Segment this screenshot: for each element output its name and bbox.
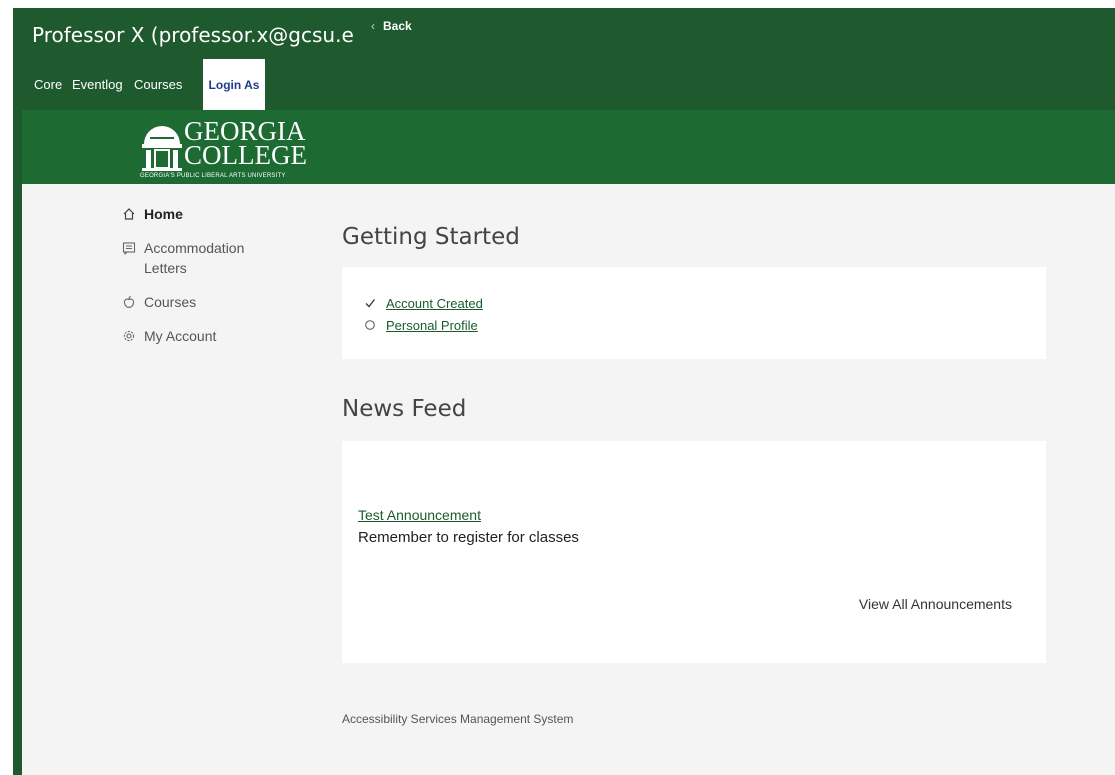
announcement-body: Remember to register for classes xyxy=(358,529,579,546)
back-button[interactable]: ‹ Back xyxy=(371,19,412,33)
sidebar-item-my-account[interactable]: My Account xyxy=(122,326,302,346)
sidebar-item-label: Accommodation Letters xyxy=(144,240,245,276)
view-all-announcements-button[interactable]: View All Announcements xyxy=(859,596,1012,612)
chevron-left-icon: ‹ xyxy=(371,19,375,33)
main-panel: Getting Started Account Created Personal… xyxy=(342,222,1046,663)
logo-tagline: GEORGIA'S PUBLIC LIBERAL ARTS UNIVERSITY xyxy=(140,173,286,179)
announcement-title-link[interactable]: Test Announcement xyxy=(358,507,481,523)
user-title: Professor X (professor.x@gcsu.edu xyxy=(32,23,354,47)
tab-eventlog[interactable]: Eventlog xyxy=(64,59,132,110)
footer-text: Accessibility Services Management System xyxy=(342,712,574,726)
sidebar-item-label: Courses xyxy=(144,294,197,310)
message-icon xyxy=(122,238,144,258)
sidebar-item-accommodation-letters[interactable]: Accommodation Letters xyxy=(122,238,302,278)
brand-bar: GEORGIA COLLEGE GEORGIA'S PUBLIC LIBERAL… xyxy=(22,110,1115,184)
sidebar: Home Accommodation Letters Courses My Ac… xyxy=(122,204,302,360)
tab-courses[interactable]: Courses xyxy=(132,59,198,110)
sidebar-item-courses[interactable]: Courses xyxy=(122,292,302,312)
georgia-college-logo[interactable]: GEORGIA COLLEGE GEORGIA'S PUBLIC LIBERAL… xyxy=(140,114,340,182)
check-icon xyxy=(364,297,386,309)
getting-started-card: Account Created Personal Profile xyxy=(342,267,1046,359)
account-created-link[interactable]: Account Created xyxy=(386,296,483,311)
left-accent-bar xyxy=(13,8,22,775)
getting-started-title: Getting Started xyxy=(342,224,520,250)
personal-profile-link[interactable]: Personal Profile xyxy=(386,318,478,333)
logo-building-icon xyxy=(142,126,182,171)
back-label: Back xyxy=(383,19,412,33)
tab-core[interactable]: Core xyxy=(22,59,64,110)
page: Professor X (professor.x@gcsu.edu ‹ Back… xyxy=(0,0,1115,775)
home-icon xyxy=(122,204,144,224)
gear-icon xyxy=(122,326,144,346)
sidebar-item-home[interactable]: Home xyxy=(122,204,302,224)
news-feed-card: Test Announcement Remember to register f… xyxy=(342,441,1046,663)
top-bar: Professor X (professor.x@gcsu.edu ‹ Back… xyxy=(22,8,1115,110)
sidebar-item-label: Home xyxy=(144,206,183,222)
news-feed-title: News Feed xyxy=(342,396,467,422)
logo-word-college: COLLEGE xyxy=(184,140,307,170)
content-area: Home Accommodation Letters Courses My Ac… xyxy=(22,184,1115,775)
tab-login-as[interactable]: Login As xyxy=(203,59,265,110)
checklist-item-personal-profile: Personal Profile xyxy=(364,314,1046,336)
apple-icon xyxy=(122,292,144,312)
tab-bar: Core Eventlog Courses Login As xyxy=(22,59,265,110)
circle-icon xyxy=(364,319,386,331)
sidebar-item-label: My Account xyxy=(144,328,217,344)
checklist-item-account-created: Account Created xyxy=(364,292,1046,314)
